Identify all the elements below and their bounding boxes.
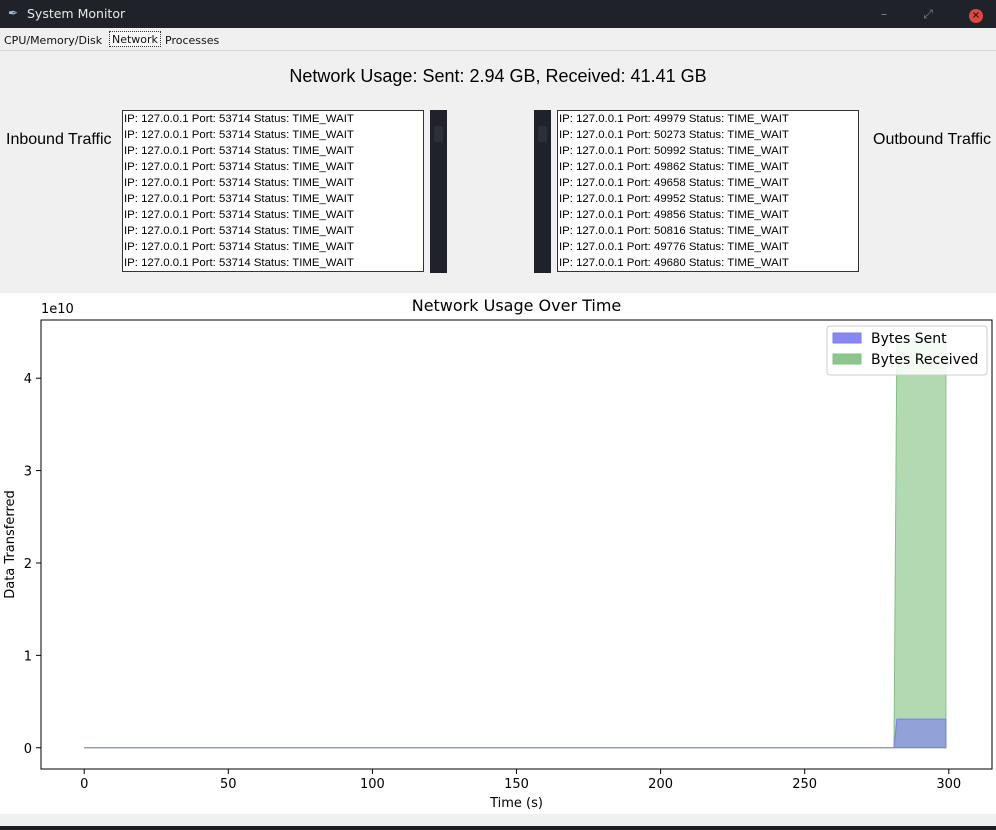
connection-row[interactable]: IP: 127.0.0.1 Port: 49856 Status: TIME_W… xyxy=(559,207,858,223)
plot-frame xyxy=(40,319,993,770)
window-title: System Monitor xyxy=(27,6,126,21)
connection-row[interactable]: IP: 127.0.0.1 Port: 49776 Status: TIME_W… xyxy=(559,239,858,255)
connection-row[interactable]: IP: 127.0.0.1 Port: 53714 Status: TIME_W… xyxy=(124,255,423,271)
connection-row[interactable]: IP: 127.0.0.1 Port: 49658 Status: TIME_W… xyxy=(559,175,858,191)
tab-network[interactable]: Network xyxy=(109,31,161,47)
connection-row[interactable]: IP: 127.0.0.1 Port: 53714 Status: TIME_W… xyxy=(124,111,423,127)
connection-row[interactable]: IP: 127.0.0.1 Port: 50992 Status: TIME_W… xyxy=(559,143,858,159)
x-axis-label: Time (s) xyxy=(489,796,543,811)
x-tick-label: 150 xyxy=(504,777,529,792)
maximize-button[interactable]: ⤢ xyxy=(918,4,938,24)
x-tick-label: 200 xyxy=(648,777,673,792)
connection-row[interactable]: IP: 127.0.0.1 Port: 49979 Status: TIME_W… xyxy=(559,111,858,127)
legend-label: Bytes Received xyxy=(871,352,978,368)
tab-bar: CPU/Memory/Disk Network Processes xyxy=(0,28,996,50)
area-bytes-received xyxy=(84,338,947,749)
network-usage-summary: Network Usage: Sent: 2.94 GB, Received: … xyxy=(289,66,707,86)
tab-processes[interactable]: Processes xyxy=(163,33,221,49)
network-usage-chart: Network Usage Over Time 0 50 100 150 200 250 30… xyxy=(0,293,996,814)
connection-row[interactable]: IP: 127.0.0.1 Port: 53714 Status: TIME_W… xyxy=(124,223,423,239)
outbound-connections-list[interactable]: IP: 127.0.0.1 Port: 49979 Status: TIME_W… xyxy=(557,110,859,272)
inbound-connections-list[interactable]: IP: 127.0.0.1 Port: 53714 Status: TIME_W… xyxy=(122,110,424,272)
tab-cpu-memory-disk[interactable]: CPU/Memory/Disk xyxy=(2,33,104,49)
y-tick-label: 1 xyxy=(24,649,32,664)
connection-row[interactable]: IP: 127.0.0.1 Port: 53714 Status: TIME_W… xyxy=(124,175,423,191)
scrollbar-thumb[interactable] xyxy=(434,126,443,142)
legend-label: Bytes Sent xyxy=(871,331,947,347)
minimize-button[interactable]: – xyxy=(874,4,894,24)
connection-row[interactable]: IP: 127.0.0.1 Port: 53714 Status: TIME_W… xyxy=(124,127,423,143)
x-tick-label: 100 xyxy=(360,777,385,792)
y-tick-label: 0 xyxy=(24,742,32,757)
legend-swatch xyxy=(832,353,862,365)
connection-row[interactable]: IP: 127.0.0.1 Port: 53714 Status: TIME_W… xyxy=(124,143,423,159)
connection-row[interactable]: IP: 127.0.0.1 Port: 49680 Status: TIME_W… xyxy=(559,255,858,271)
legend-swatch xyxy=(832,332,862,344)
y-tick-label: 3 xyxy=(24,465,32,480)
y-axis-label: Data Transferred xyxy=(3,490,18,599)
area-bytes-sent xyxy=(84,718,947,749)
connection-row[interactable]: IP: 127.0.0.1 Port: 49952 Status: TIME_W… xyxy=(559,191,858,207)
feather-icon: ✒ xyxy=(8,6,19,20)
chart-svg: Network Usage Over Time0 50 100 150 200 250 30… xyxy=(3,296,993,811)
y-tick-label: 4 xyxy=(24,372,32,387)
connection-row[interactable]: IP: 127.0.0.1 Port: 53714 Status: TIME_W… xyxy=(124,191,423,207)
title-bar: ✒ System Monitor – ⤢ × xyxy=(0,0,996,28)
x-tick-label: 0 xyxy=(80,777,88,792)
y-tick-label: 2 xyxy=(24,557,32,572)
taskbar-edge xyxy=(0,826,996,830)
inbound-traffic-label: Inbound Traffic xyxy=(6,131,112,148)
inbound-scrollbar[interactable] xyxy=(430,110,447,273)
connection-row[interactable]: IP: 127.0.0.1 Port: 53714 Status: TIME_W… xyxy=(124,239,423,255)
outbound-traffic-label: Outbound Traffic xyxy=(873,131,991,148)
connection-row[interactable]: IP: 127.0.0.1 Port: 53714 Status: TIME_W… xyxy=(124,207,423,223)
connection-row[interactable]: IP: 127.0.0.1 Port: 53714 Status: TIME_W… xyxy=(124,159,423,175)
chart-title: Network Usage Over Time xyxy=(412,296,622,315)
close-icon: × xyxy=(969,9,983,23)
close-button[interactable]: × xyxy=(966,4,986,24)
scrollbar-thumb[interactable] xyxy=(538,126,547,142)
connection-row[interactable]: IP: 127.0.0.1 Port: 50816 Status: TIME_W… xyxy=(559,223,858,239)
connection-row[interactable]: IP: 127.0.0.1 Port: 50273 Status: TIME_W… xyxy=(559,127,858,143)
y-offset-label: 1e10 xyxy=(41,302,74,317)
connection-row[interactable]: IP: 127.0.0.1 Port: 49862 Status: TIME_W… xyxy=(559,159,858,175)
x-tick-label: 300 xyxy=(936,777,961,792)
x-tick-label: 50 xyxy=(220,777,237,792)
x-tick-label: 250 xyxy=(792,777,817,792)
outbound-scrollbar[interactable] xyxy=(534,110,551,273)
